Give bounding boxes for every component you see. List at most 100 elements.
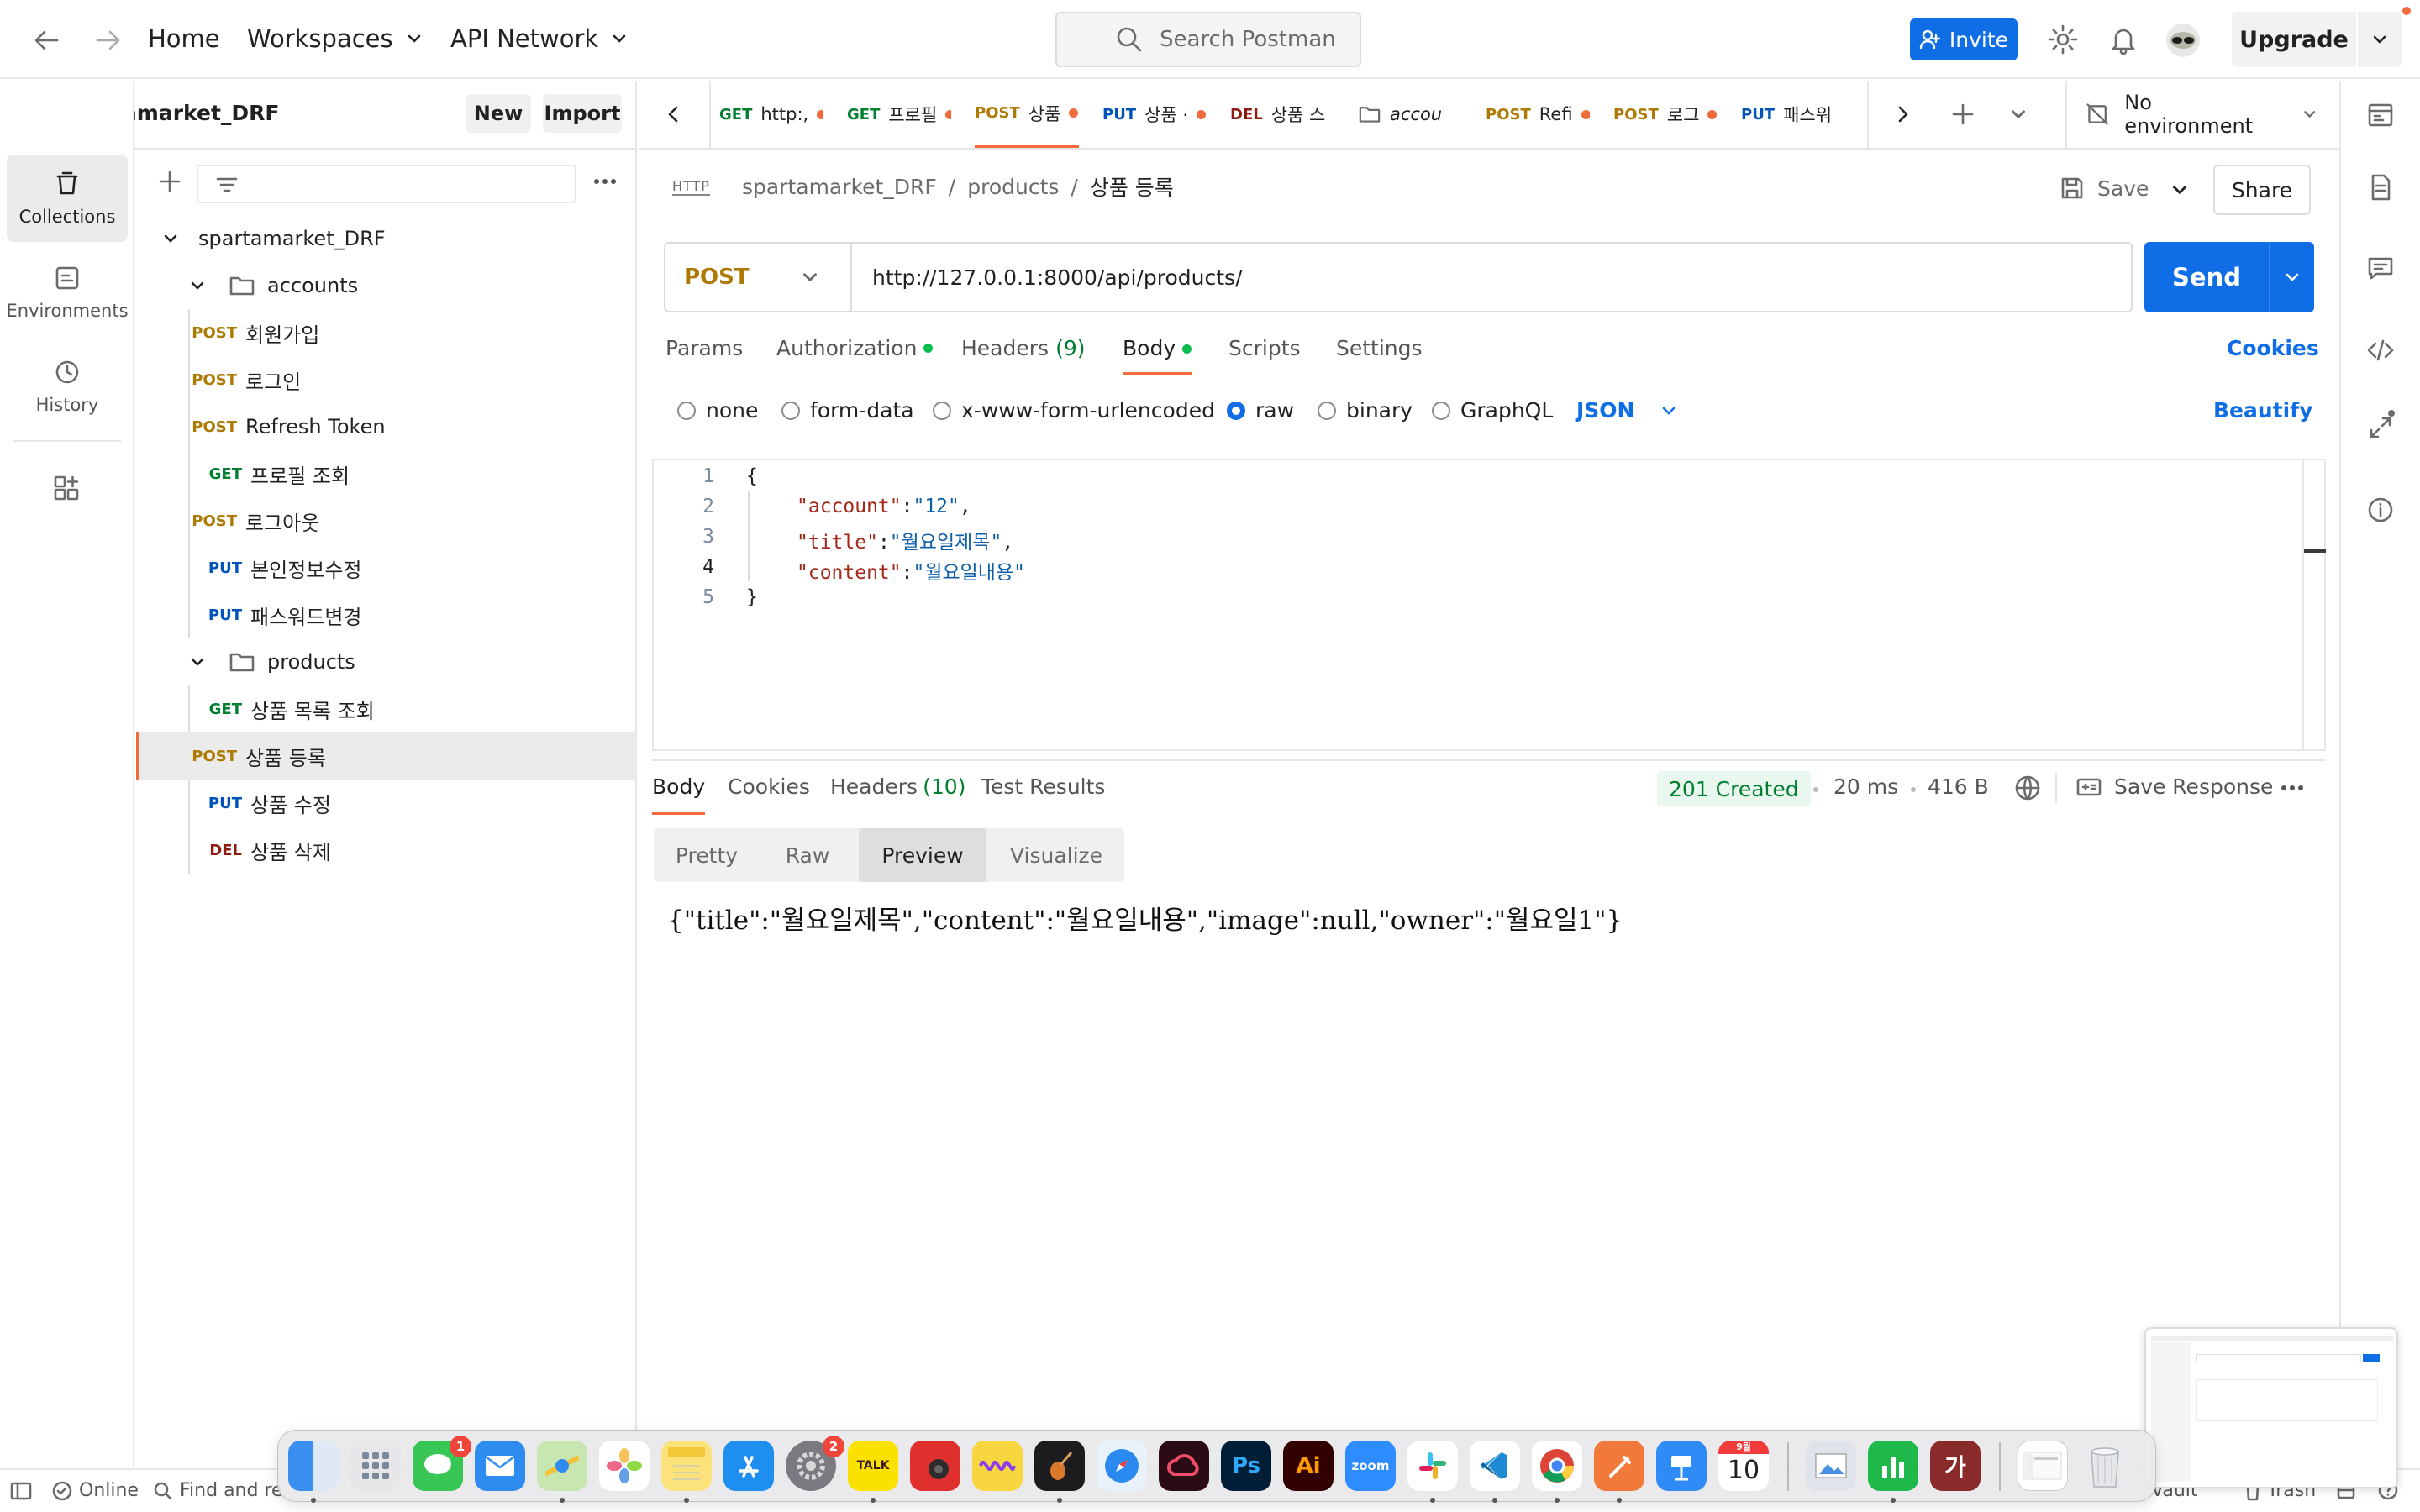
save-response-button[interactable]: Save Response <box>2075 774 2273 799</box>
format-select[interactable]: JSON <box>1576 398 1678 423</box>
rail-item-history[interactable]: History <box>7 343 128 430</box>
radio-urlencoded[interactable]: x-www-form-urlencoded <box>933 398 1215 423</box>
invite-button[interactable]: Invite <box>1910 18 2018 60</box>
request-item[interactable]: PUT 본인정보수정 <box>136 544 637 591</box>
photoshop-icon[interactable]: Ps <box>1221 1441 1271 1491</box>
send-button[interactable]: Send <box>2144 242 2269 312</box>
view-preview[interactable]: Preview <box>859 828 986 882</box>
request-item[interactable]: POST 로그아웃 <box>136 497 637 544</box>
cookies-link[interactable]: Cookies <box>2227 336 2319 360</box>
api-network-menu[interactable]: API Network <box>450 24 629 53</box>
find-replace[interactable]: Find and re <box>153 1480 283 1501</box>
environment-quick-look-icon[interactable] <box>2366 101 2395 129</box>
zoom-icon[interactable]: zoom <box>1345 1441 1396 1491</box>
request-item[interactable]: POST Refresh Token <box>136 403 637 450</box>
vscode-icon[interactable] <box>1470 1441 1520 1491</box>
workspaces-menu[interactable]: Workspaces <box>247 24 424 53</box>
search-box[interactable]: Search Postman <box>1055 12 1361 67</box>
tab-headers[interactable]: Headers (9) <box>961 336 1085 360</box>
add-collection-icon[interactable] <box>156 168 183 195</box>
creative-cloud-icon[interactable] <box>1159 1441 1209 1491</box>
tab-body[interactable]: Body <box>1123 336 1192 375</box>
method-select[interactable]: POST <box>666 244 852 311</box>
request-tab-active[interactable]: POST 상품 <box>975 81 1079 148</box>
request-item[interactable]: POST 회원가입 <box>136 309 637 356</box>
notes-icon[interactable] <box>661 1441 712 1491</box>
more-options-icon[interactable] <box>592 173 618 190</box>
status-badge[interactable]: 201 Created <box>1657 771 1811 806</box>
network-globe-icon[interactable] <box>2013 774 2042 802</box>
folder-tab[interactable]: accou <box>1358 81 1462 148</box>
configure-sidebar-icon[interactable] <box>52 474 81 502</box>
radio-none[interactable]: none <box>677 398 758 423</box>
breadcrumb-request[interactable]: 상품 등록 <box>1090 171 1174 202</box>
new-tab-icon[interactable] <box>1949 101 1976 128</box>
response-tab-tests[interactable]: Test Results <box>981 774 1105 799</box>
screenshot-thumbnail[interactable] <box>2144 1327 2398 1488</box>
info-icon[interactable] <box>2366 496 2395 524</box>
trash-dock-icon[interactable] <box>2080 1441 2130 1491</box>
response-tab-headers[interactable]: Headers (10) <box>830 774 965 799</box>
finder-icon[interactable] <box>288 1441 339 1491</box>
view-visualize[interactable]: Visualize <box>988 828 1124 882</box>
audio-app-icon[interactable] <box>972 1441 1023 1491</box>
dictionary-icon[interactable]: 가 <box>1930 1441 1981 1491</box>
request-tab[interactable]: POST 로그 <box>1613 81 1718 148</box>
request-item[interactable]: DEL 상품 삭제 <box>136 827 637 874</box>
settings-gear-icon[interactable] <box>2047 24 2079 55</box>
response-divider[interactable] <box>652 759 2326 761</box>
radio-graphql[interactable]: GraphQL <box>1432 398 1553 423</box>
breadcrumb-folder[interactable]: products <box>967 175 1059 199</box>
environment-selector[interactable]: No environment <box>2065 81 2317 148</box>
tab-params[interactable]: Params <box>666 336 743 360</box>
radio-binary[interactable]: binary <box>1318 398 1413 423</box>
request-item-selected[interactable]: POST 상품 등록 <box>136 732 637 780</box>
save-button[interactable]: Save <box>2059 175 2149 202</box>
messages-icon[interactable]: 1 <box>413 1436 471 1491</box>
app-store-icon[interactable] <box>723 1441 774 1491</box>
tab-scroll-left-icon[interactable] <box>662 102 686 126</box>
send-options-dropdown[interactable] <box>2269 242 2314 312</box>
photo-booth-icon[interactable] <box>910 1441 960 1491</box>
request-tab[interactable]: PUT 상품 · <box>1102 81 1207 148</box>
code-snippet-icon[interactable] <box>2366 336 2395 365</box>
forward-arrow-icon[interactable] <box>92 25 123 55</box>
safari-icon[interactable] <box>1097 1441 1147 1491</box>
request-tab[interactable]: PUT 패스워 <box>1741 81 1850 148</box>
documentation-icon[interactable] <box>2366 173 2395 202</box>
minimized-window-icon[interactable] <box>2018 1441 2068 1491</box>
online-status[interactable]: Online <box>52 1480 139 1501</box>
request-tab[interactable]: POST Refi <box>1486 81 1590 148</box>
keynote-icon[interactable] <box>1656 1441 1707 1491</box>
photos-icon[interactable] <box>599 1441 650 1491</box>
maps-icon[interactable] <box>537 1441 587 1491</box>
view-pretty[interactable]: Pretty <box>654 828 760 882</box>
response-tab-body[interactable]: Body <box>652 774 706 815</box>
illustrator-icon[interactable]: Ai <box>1283 1441 1334 1491</box>
related-collections-icon[interactable] <box>2366 410 2395 442</box>
garageband-icon[interactable] <box>1034 1441 1085 1491</box>
tab-authorization[interactable]: Authorization <box>776 336 934 360</box>
beautify-link[interactable]: Beautify <box>2213 398 2312 423</box>
request-tab[interactable]: GET http:, <box>719 81 823 148</box>
comments-icon[interactable] <box>2366 254 2395 282</box>
response-more-icon[interactable] <box>2279 780 2306 796</box>
preview-app-icon[interactable] <box>1806 1441 1856 1491</box>
calendar-icon[interactable]: 9월 10 <box>1718 1441 1769 1491</box>
request-item[interactable]: PUT 패스워드변경 <box>136 591 637 638</box>
folder-products[interactable]: products <box>136 638 637 685</box>
numbers-icon[interactable] <box>1868 1441 1918 1491</box>
tab-scroll-right-icon[interactable] <box>1891 102 1914 126</box>
collection-root[interactable]: spartamarket_DRF <box>136 215 637 262</box>
upgrade-dropdown[interactable] <box>2358 12 2402 67</box>
tab-list-chevron-icon[interactable] <box>2008 104 2028 124</box>
home-link[interactable]: Home <box>148 24 220 53</box>
request-item[interactable]: GET 프로필 조회 <box>136 450 637 497</box>
filter-input[interactable] <box>197 165 576 203</box>
radio-raw[interactable]: raw <box>1227 398 1294 423</box>
notification-bell-icon[interactable] <box>2107 24 2139 55</box>
chrome-icon[interactable] <box>1532 1441 1582 1491</box>
request-item[interactable]: GET 상품 목록 조회 <box>136 685 637 732</box>
slack-icon[interactable] <box>1407 1441 1458 1491</box>
breadcrumb-collection[interactable]: spartamarket_DRF <box>742 175 937 199</box>
